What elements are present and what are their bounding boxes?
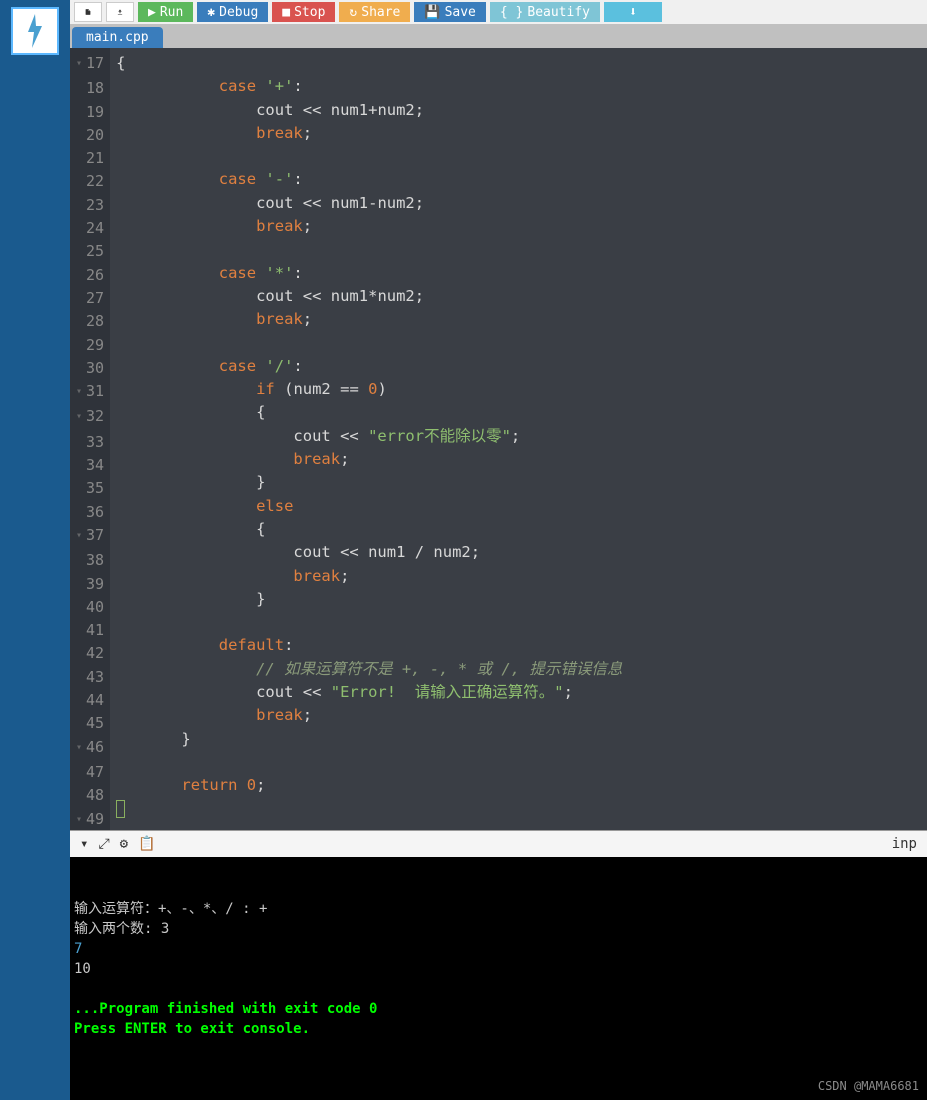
download-button[interactable]: ⬇	[604, 2, 662, 22]
debug-label: Debug	[219, 5, 258, 20]
run-label: Run	[160, 5, 183, 20]
download-icon: ⬇	[629, 5, 637, 20]
console-right-label: inp	[892, 836, 917, 852]
share-icon: ↻	[349, 5, 357, 20]
tab-main-cpp[interactable]: main.cpp	[72, 27, 163, 48]
tabs-bar: main.cpp	[70, 24, 927, 48]
run-button[interactable]: ▶ Run	[138, 2, 193, 22]
stop-icon: ■	[282, 5, 290, 20]
share-button[interactable]: ↻ Share	[339, 2, 410, 22]
chevron-down-icon[interactable]: ▾	[80, 836, 88, 852]
console-panel: ▾ ⤢ ⚙ 📋 inp 输入运算符：+、-、*、/ : +输入两个数: 3710…	[70, 830, 927, 1100]
sidebar	[0, 0, 70, 1100]
watermark: CSDN @MAMA6681	[818, 1076, 919, 1096]
copy-icon[interactable]: 📋	[138, 836, 155, 852]
play-icon: ▶	[148, 5, 156, 20]
code-content[interactable]: { case '+': cout << num1+num2; break; ca…	[110, 48, 927, 830]
expand-icon[interactable]: ⤢	[98, 836, 109, 852]
braces-icon: { }	[500, 5, 523, 20]
app-logo	[11, 7, 59, 55]
code-editor[interactable]: 1718192021222324252627282930313233343536…	[70, 48, 927, 830]
save-icon: 💾	[424, 5, 440, 20]
share-label: Share	[361, 5, 400, 20]
console-output[interactable]: 输入运算符：+、-、*、/ : +输入两个数: 3710 ...Program …	[70, 857, 927, 1100]
save-button[interactable]: 💾 Save	[414, 2, 486, 22]
console-toolbar: ▾ ⤢ ⚙ 📋 inp	[70, 831, 927, 857]
save-label: Save	[445, 5, 476, 20]
gear-icon[interactable]: ⚙	[120, 836, 128, 852]
debug-button[interactable]: ✱ Debug	[197, 2, 268, 22]
main-area: ▶ Run ✱ Debug ■ Stop ↻ Share 💾 Save { } …	[70, 0, 927, 1100]
toolbar: ▶ Run ✱ Debug ■ Stop ↻ Share 💾 Save { } …	[70, 0, 927, 24]
new-file-button[interactable]	[74, 2, 102, 22]
stop-label: Stop	[294, 5, 325, 20]
beautify-button[interactable]: { } Beautify	[490, 2, 600, 22]
upload-button[interactable]	[106, 2, 134, 22]
beautify-label: Beautify	[527, 5, 590, 20]
line-gutter: 1718192021222324252627282930313233343536…	[70, 48, 110, 830]
bug-icon: ✱	[207, 5, 215, 20]
stop-button[interactable]: ■ Stop	[272, 2, 335, 22]
